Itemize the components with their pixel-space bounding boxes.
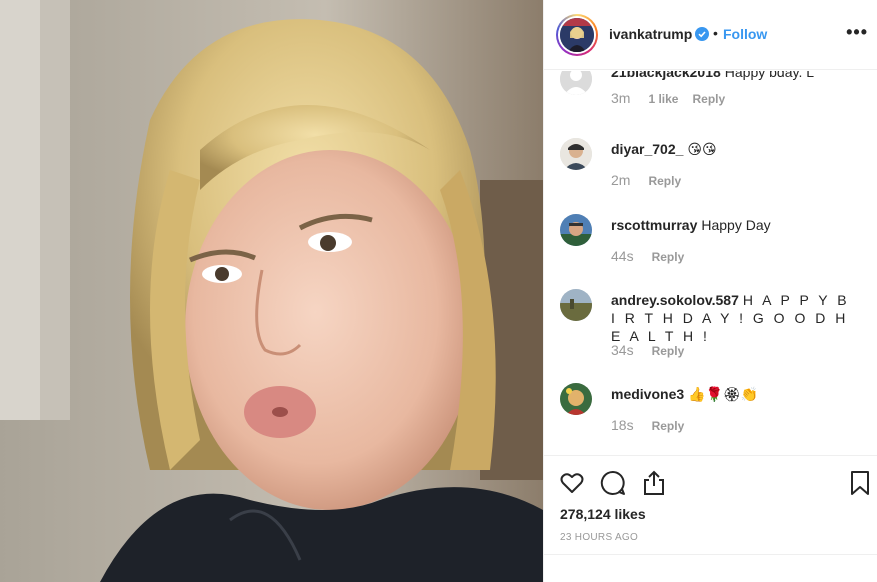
comment-meta: 44s Reply [611, 248, 684, 264]
comment-text: 21blackjack2018 Happy bday. L [611, 71, 861, 81]
commenter-avatar[interactable] [560, 138, 592, 170]
more-options-icon[interactable]: ••• [846, 22, 868, 43]
comment-body: 👍🌹🏵👏 [688, 386, 759, 402]
comments-list[interactable]: 21blackjack2018 Happy bday. L 3m 1 like Rep… [544, 71, 877, 455]
comment-username[interactable]: medivone3 [611, 386, 684, 402]
commenter-avatar[interactable] [560, 214, 592, 246]
post-actions: 278,124 likes 23 HOURS AGO [544, 455, 877, 582]
comment-meta: 18s Reply [611, 417, 684, 433]
commenter-avatar-image [560, 214, 592, 246]
verified-badge-icon [695, 27, 709, 41]
default-avatar-icon [560, 71, 592, 95]
commenter-avatar[interactable] [560, 71, 592, 95]
reply-button[interactable]: Reply [648, 174, 681, 188]
reply-button[interactable]: Reply [652, 419, 685, 433]
reply-button[interactable]: Reply [652, 250, 685, 264]
post-side-panel: ivankatrump • Follow ••• 21blackjack2018… [543, 0, 877, 582]
reply-button[interactable]: Reply [692, 92, 725, 106]
add-comment-area[interactable] [544, 554, 877, 582]
comment-username[interactable]: diyar_702_ [611, 141, 683, 157]
comment-meta: 34s Reply [611, 342, 684, 358]
comment-text: diyar_702_ 😘😘 [611, 140, 861, 158]
reply-button[interactable]: Reply [652, 344, 685, 358]
share-icon[interactable] [641, 470, 667, 496]
heart-icon[interactable] [559, 470, 585, 496]
comment-icon[interactable] [600, 470, 626, 496]
likes-count[interactable]: 278,124 likes [560, 506, 646, 522]
comment-username[interactable]: 21blackjack2018 [611, 71, 721, 80]
comment-text: rscottmurray Happy Day [611, 216, 861, 234]
comment-time: 34s [611, 342, 634, 358]
comment-body: Happy bday. L [724, 71, 815, 80]
commenter-avatar-image [560, 289, 592, 321]
comment-text: andrey.sokolov.587 H A P P Y B I R T H D … [611, 291, 861, 345]
comment-body: 😘😘 [687, 141, 717, 157]
post-timestamp[interactable]: 23 HOURS AGO [560, 532, 638, 543]
post-photo[interactable] [0, 0, 543, 582]
comment-likes[interactable]: 1 like [648, 92, 678, 106]
comment-username[interactable]: andrey.sokolov.587 [611, 292, 739, 308]
comment-meta: 2m Reply [611, 172, 681, 188]
author-avatar-image [560, 18, 594, 52]
comment-time: 44s [611, 248, 634, 264]
comment-time: 18s [611, 417, 634, 433]
comment-meta: 3m 1 like Reply [611, 90, 725, 106]
portrait-image [0, 0, 543, 582]
follow-button[interactable]: Follow [723, 26, 767, 42]
comment-text: medivone3 👍🌹🏵👏 [611, 385, 861, 403]
commenter-avatar[interactable] [560, 289, 592, 321]
commenter-avatar-image [560, 138, 592, 170]
comment-time: 2m [611, 172, 631, 188]
bookmark-icon[interactable] [847, 470, 873, 496]
post-header: ivankatrump • Follow ••• [544, 0, 877, 70]
comment-username[interactable]: rscottmurray [611, 217, 697, 233]
comment-body: Happy Day [701, 217, 771, 233]
separator-dot: • [713, 25, 718, 41]
author-username[interactable]: ivankatrump [609, 26, 692, 42]
commenter-avatar-image [560, 383, 592, 415]
commenter-avatar[interactable] [560, 383, 592, 415]
comment-time: 3m [611, 90, 631, 106]
author-avatar[interactable] [556, 14, 598, 56]
